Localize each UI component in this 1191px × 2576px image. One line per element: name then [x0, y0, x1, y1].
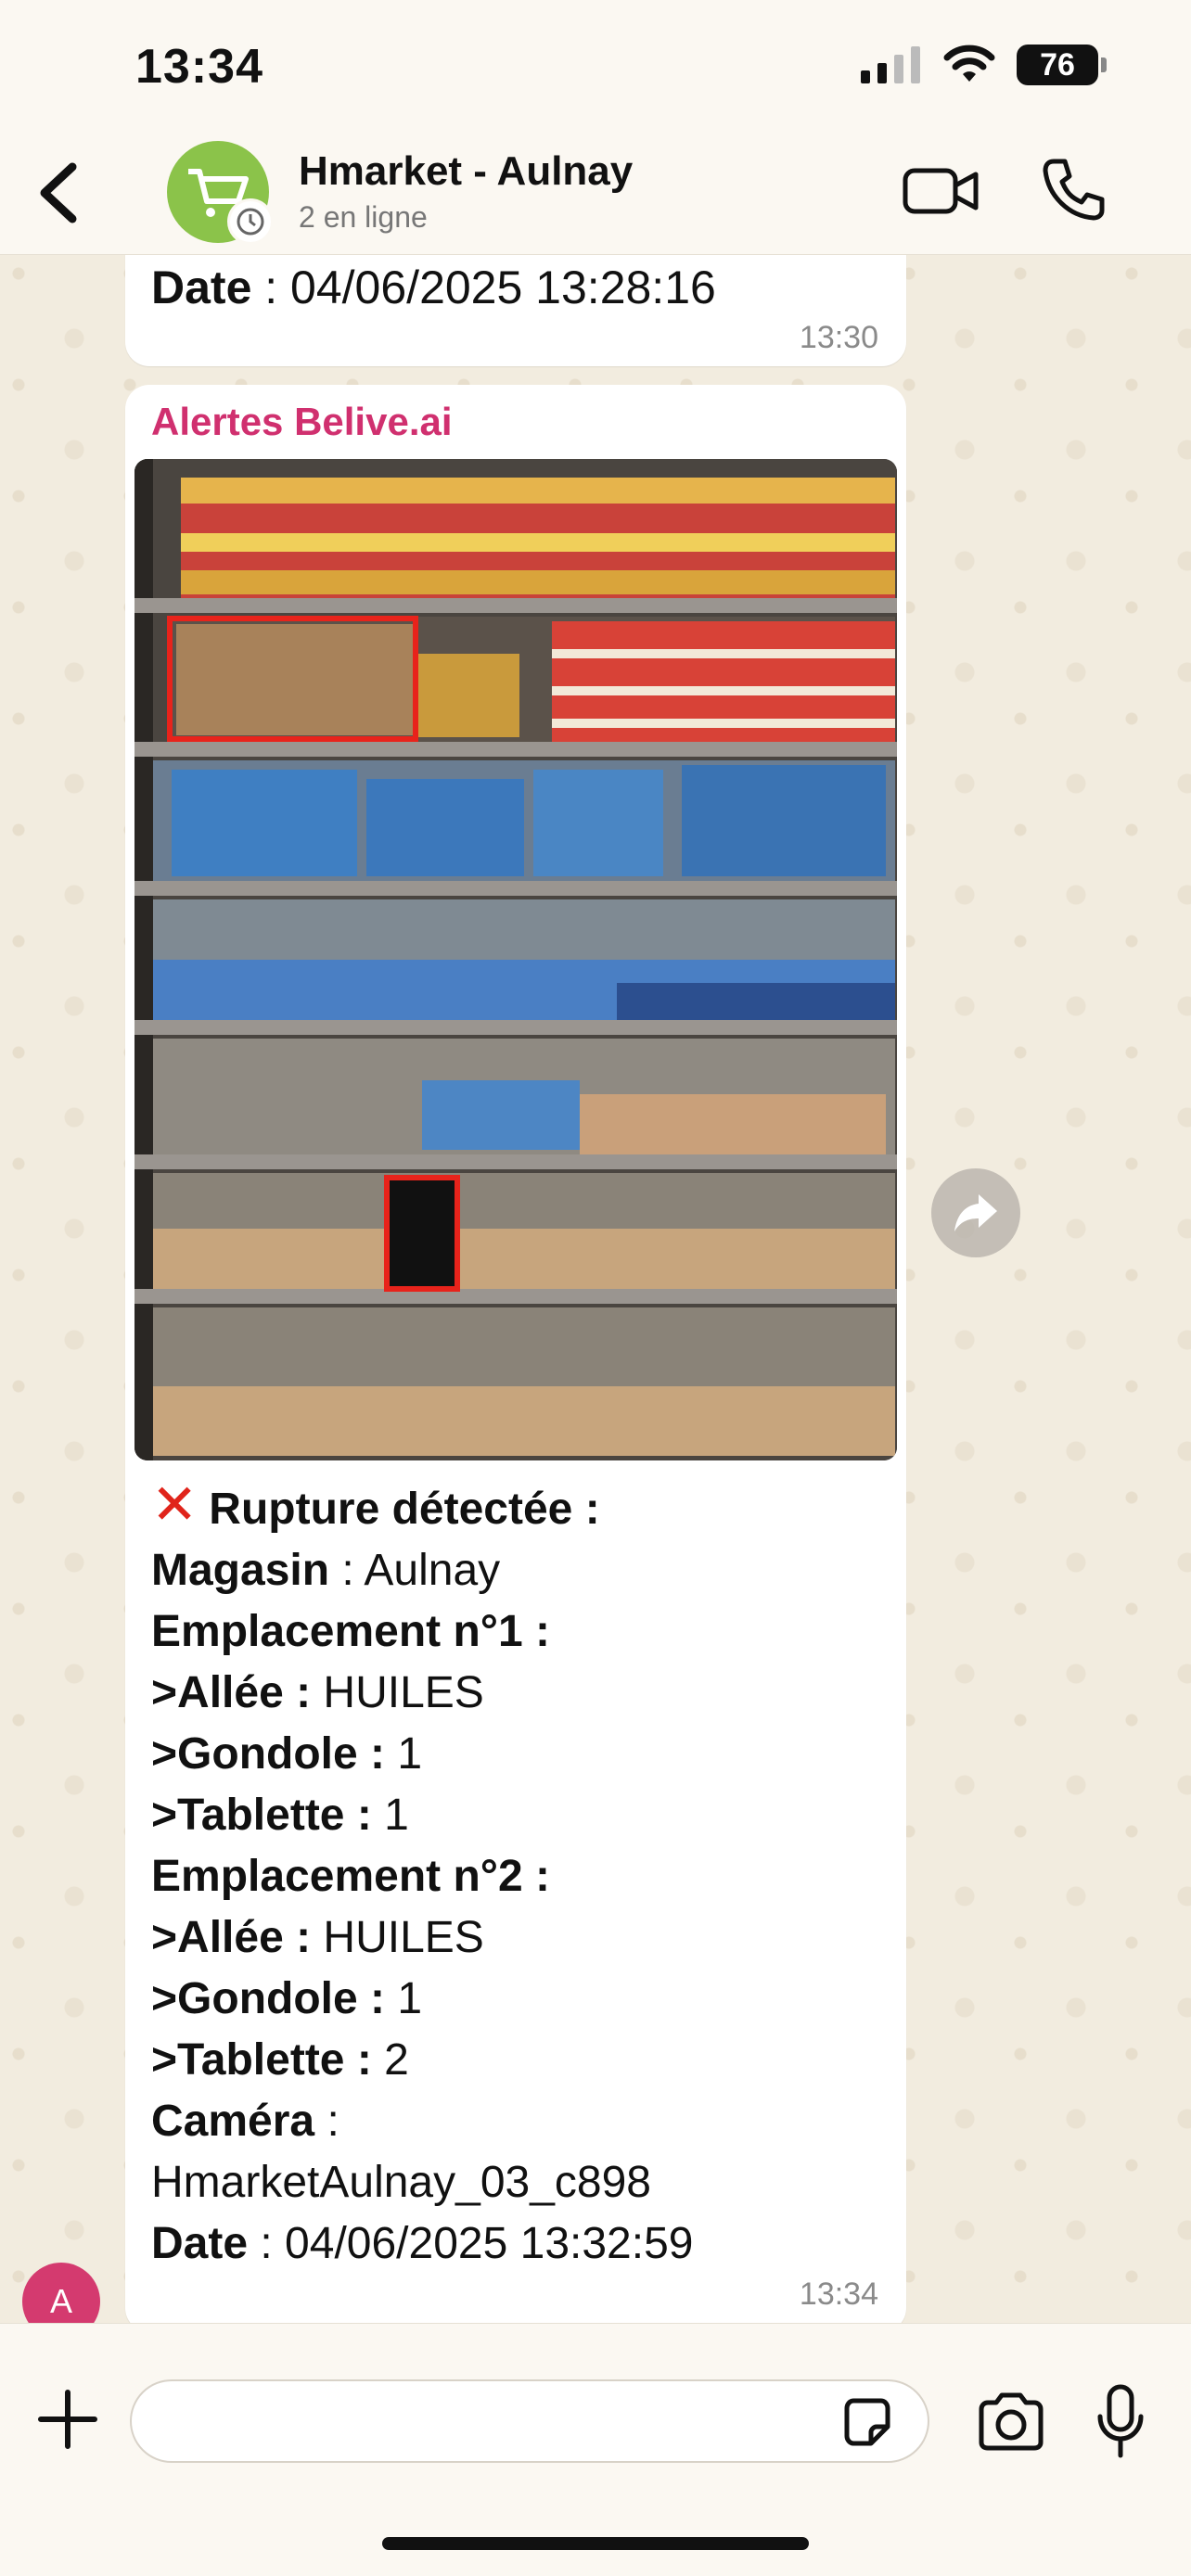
signal-icon [861, 46, 920, 83]
previous-message-bubble[interactable]: Date : 04/06/2025 13:28:16 13:30 [125, 255, 906, 366]
location2-gondola: >Gondole : 1 [151, 1974, 423, 2023]
alert-heading: ✕ Rupture détectée : [151, 1473, 600, 1536]
sender-name[interactable]: Alertes Belive.ai [151, 400, 453, 444]
date-line: Date : 04/06/2025 13:32:59 [151, 2219, 694, 2268]
camera-line: Caméra : [151, 2097, 339, 2146]
store-line: Magasin : Aulnay [151, 1546, 501, 1595]
alert-details: ✕ Rupture détectée : Magasin : Aulnay Emp… [151, 1474, 693, 2275]
clock-badge-icon [227, 198, 274, 245]
sticker-button[interactable] [839, 2395, 895, 2451]
status-bar: 13:34 76 [0, 0, 1191, 139]
shelf-photo[interactable] [134, 459, 897, 1460]
chat-subtitle: 2 en ligne [299, 200, 428, 234]
location1-shelf: >Tablette : 1 [151, 1791, 409, 1840]
home-indicator[interactable] [382, 2537, 809, 2550]
chat-area[interactable]: Date : 04/06/2025 13:28:16 13:30 Alertes… [0, 255, 1191, 2323]
message-input[interactable] [130, 2379, 929, 2463]
video-call-button[interactable] [902, 161, 980, 221]
battery-icon: 76 [1017, 45, 1107, 85]
location1-aisle: >Allée : HUILES [151, 1668, 484, 1717]
location1-gondola: >Gondole : 1 [151, 1729, 423, 1779]
message-time: 13:34 [799, 2276, 878, 2312]
attach-plus-button[interactable] [35, 2387, 100, 2452]
alert-message-bubble[interactable]: Alertes Belive.ai ✕ Rupture détectée: M… [125, 385, 906, 2323]
wifi-icon [943, 45, 995, 82]
forward-icon [954, 1194, 997, 1231]
alert-box-2 [384, 1175, 460, 1292]
location2-label: Emplacement n°2 : [151, 1852, 550, 1901]
chat-title[interactable]: Hmarket - Aulnay [299, 148, 633, 195]
camera-value: HmarketAulnay_03_c898 [151, 2158, 651, 2207]
location2-shelf: >Tablette : 2 [151, 2035, 409, 2085]
status-icons: 76 [861, 45, 1107, 85]
cross-icon: ✕ [151, 1473, 198, 1536]
voice-call-button[interactable] [1041, 156, 1108, 223]
previous-message-time: 13:30 [799, 320, 878, 355]
camera-button[interactable] [976, 2391, 1046, 2452]
previous-date-line: Date : 04/06/2025 13:28:16 [151, 261, 716, 313]
back-button[interactable] [28, 156, 93, 230]
forward-button[interactable] [931, 1168, 1020, 1257]
location1-label: Emplacement n°1 : [151, 1607, 550, 1656]
chat-header: Hmarket - Aulnay 2 en ligne [0, 139, 1191, 255]
shelf-photo-image [134, 459, 897, 1460]
location2-aisle: >Allée : HUILES [151, 1913, 484, 1962]
status-time: 13:34 [135, 40, 263, 94]
microphone-button[interactable] [1095, 2383, 1146, 2459]
